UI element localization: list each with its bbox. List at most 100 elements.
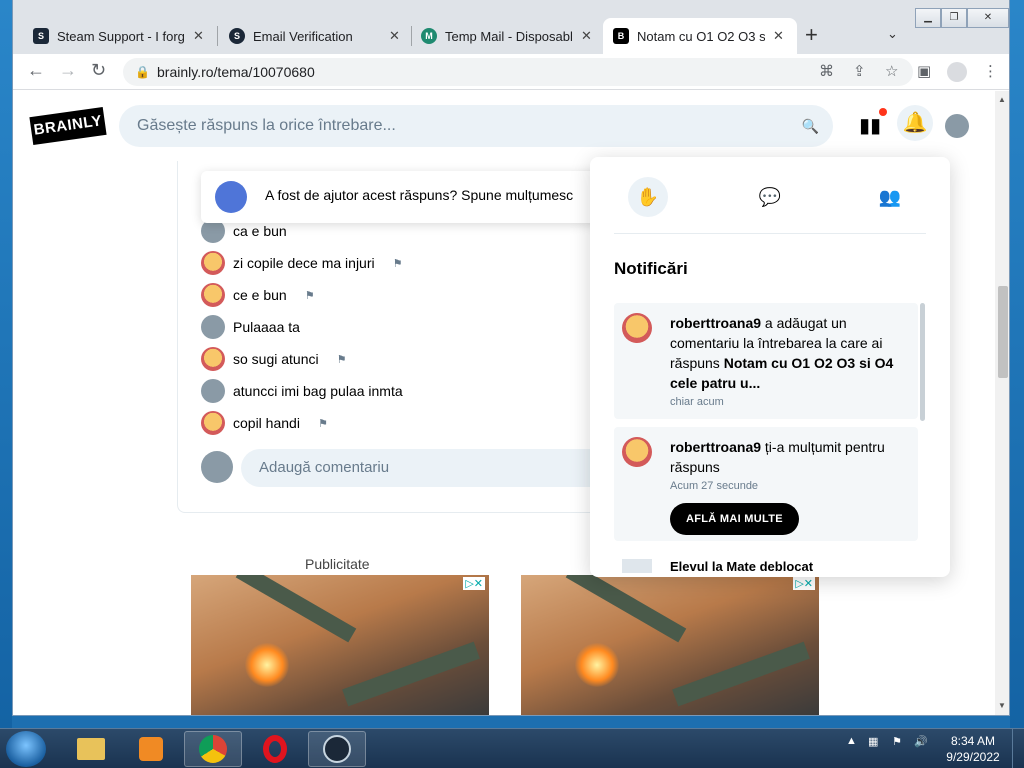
start-button[interactable] [6, 731, 46, 767]
tab-search-button[interactable]: ⌄ [887, 26, 898, 42]
close-icon[interactable]: ✕ [773, 28, 784, 44]
user-avatar[interactable] [945, 114, 969, 138]
avatar[interactable] [201, 315, 225, 339]
learn-more-button[interactable]: AFLĂ MAI MULTE [670, 503, 799, 535]
flag-icon[interactable]: ⚑ [337, 353, 347, 366]
scroll-down-arrow-icon[interactable]: ▼ [998, 701, 1006, 710]
comment-text: atuncci imi bag pulaa inmta [233, 383, 403, 399]
minimize-button[interactable]: ▁ [915, 8, 941, 28]
search-input[interactable]: Găsește răspuns la orice întrebare... 🔍 [119, 105, 833, 147]
plane-shape [235, 575, 357, 643]
menu-kebab-icon[interactable]: ⋮ [983, 62, 998, 80]
close-icon[interactable]: ✕ [581, 28, 592, 44]
profile-avatar[interactable] [947, 62, 967, 82]
share-icon[interactable]: ⇪ [853, 58, 866, 86]
tab-activity[interactable]: ✋ [628, 177, 668, 217]
tab-title: Notam cu O1 O2 O3 si O4 [637, 28, 765, 44]
page-scrollbar[interactable]: ▲ ▼ [995, 91, 1009, 715]
close-window-button[interactable]: ✕ [967, 8, 1009, 28]
notification-item[interactable]: roberttroana9 ți-a mulțumit pentru răspu… [614, 427, 918, 541]
flag-icon[interactable]: ⚑ [318, 417, 328, 430]
comment-text: ca e bun [233, 223, 287, 239]
notification-dot [879, 108, 887, 116]
folder-icon [77, 738, 105, 760]
network-icon[interactable]: ▦ [868, 735, 878, 748]
notification-text: roberttroana9 a adăugat un comentariu la… [670, 313, 908, 393]
comment-text: copil handi [233, 415, 300, 431]
translate-icon[interactable]: ⌘ [819, 58, 834, 86]
back-arrow-icon[interactable]: ← [27, 60, 45, 81]
bell-icon[interactable]: 🔔 [897, 105, 933, 141]
explosion-shape [575, 643, 619, 687]
comment-text: Pulaaaa ta [233, 319, 300, 335]
tab-strip: S Steam Support - I forgot my ✕ S Email … [13, 0, 1009, 54]
avatar[interactable] [201, 283, 225, 307]
brainly-icon: B [613, 28, 629, 44]
notification-preview[interactable]: Elevul la Mate deblocat [670, 559, 813, 574]
media-player-taskbar-icon[interactable] [122, 731, 180, 767]
avatar[interactable] [622, 313, 652, 343]
tab-friends[interactable]: 👥 [870, 177, 910, 217]
brainly-logo[interactable]: BRAINLY [29, 106, 107, 146]
avatar[interactable] [201, 251, 225, 275]
hand-icon: ✋ [636, 186, 660, 207]
avatar[interactable] [622, 437, 652, 467]
ad-close-icon[interactable]: ▷✕ [793, 577, 815, 590]
chat-icon: 💬 [758, 186, 782, 207]
tab-steam-support[interactable]: S Steam Support - I forgot my ✕ [23, 18, 217, 54]
stats-icon[interactable]: ▮▮ [859, 113, 881, 138]
media-player-icon [139, 737, 163, 761]
steam-taskbar-icon[interactable] [308, 731, 366, 767]
panel-scrollbar[interactable] [920, 303, 925, 421]
clock[interactable]: 8:34 AM 9/29/2022 [940, 733, 1006, 765]
opera-taskbar-icon[interactable] [246, 731, 304, 767]
desktop-background-right [1010, 0, 1024, 728]
comment-item: ce e bun ⚑ [201, 283, 315, 307]
search-icon[interactable]: 🔍 [802, 105, 819, 147]
ad-banner[interactable]: ▷✕ [521, 575, 819, 715]
ad-banner[interactable]: ▷✕ [191, 575, 489, 715]
add-comment-input[interactable]: Adaugă comentariu [241, 449, 611, 487]
notifications-title: Notificări [614, 259, 688, 278]
ad-close-icon[interactable]: ▷✕ [463, 577, 485, 590]
avatar[interactable] [201, 379, 225, 403]
action-center-flag-icon[interactable]: ⚑ [892, 735, 902, 748]
avatar[interactable] [201, 347, 225, 371]
comment-item: atuncci imi bag pulaa inmta [201, 379, 403, 403]
show-desktop-button[interactable] [1012, 729, 1024, 768]
notification-user: roberttroana9 [670, 315, 762, 331]
tab-temp-mail[interactable]: M Temp Mail - Disposable Temp ✕ [411, 18, 605, 54]
helpful-tooltip: A fost de ajutor acest răspuns? Spune mu… [201, 171, 611, 223]
flag-icon[interactable]: ⚑ [393, 257, 403, 270]
notification-item[interactable]: roberttroana9 a adăugat un comentariu la… [614, 303, 918, 419]
steam-icon: S [229, 28, 245, 44]
maximize-button[interactable]: ❐ [941, 8, 967, 28]
clock-date: 9/29/2022 [946, 750, 1000, 764]
close-icon[interactable]: ✕ [389, 28, 400, 44]
notification-time: Acum 27 secunde [670, 480, 759, 492]
steam-icon [323, 735, 351, 763]
tray-arrow-icon[interactable]: ▲ [846, 735, 857, 747]
forward-arrow-icon[interactable]: → [59, 60, 77, 81]
close-icon[interactable]: ✕ [193, 28, 204, 44]
scroll-thumb[interactable] [998, 286, 1008, 378]
address-bar[interactable]: 🔒 brainly.ro/tema/10070680 ⌘ ⇪ ☆ [123, 58, 913, 86]
avatar[interactable] [201, 411, 225, 435]
scroll-up-arrow-icon[interactable]: ▲ [998, 95, 1006, 104]
new-tab-button[interactable]: + [805, 22, 818, 48]
tab-messages[interactable]: 💬 [750, 177, 790, 217]
site-header: BRAINLY Găsește răspuns la orice întreba… [13, 91, 995, 161]
explorer-taskbar-icon[interactable] [62, 731, 120, 767]
tab-email-verification[interactable]: S Email Verification ✕ [219, 18, 411, 54]
tab-title: Email Verification [253, 28, 353, 44]
volume-icon[interactable]: 🔊 [914, 735, 928, 748]
chrome-taskbar-icon[interactable] [184, 731, 242, 767]
badge-icon [622, 559, 652, 573]
reload-icon[interactable]: ↻ [91, 60, 106, 81]
lock-icon[interactable]: 🔒 [135, 58, 150, 86]
tab-brainly[interactable]: B Notam cu O1 O2 O3 si O4 ✕ [603, 18, 797, 54]
side-panel-icon[interactable]: ▣ [917, 62, 931, 80]
tab-divider [217, 26, 218, 46]
bookmark-star-icon[interactable]: ☆ [885, 58, 898, 86]
flag-icon[interactable]: ⚑ [305, 289, 315, 302]
